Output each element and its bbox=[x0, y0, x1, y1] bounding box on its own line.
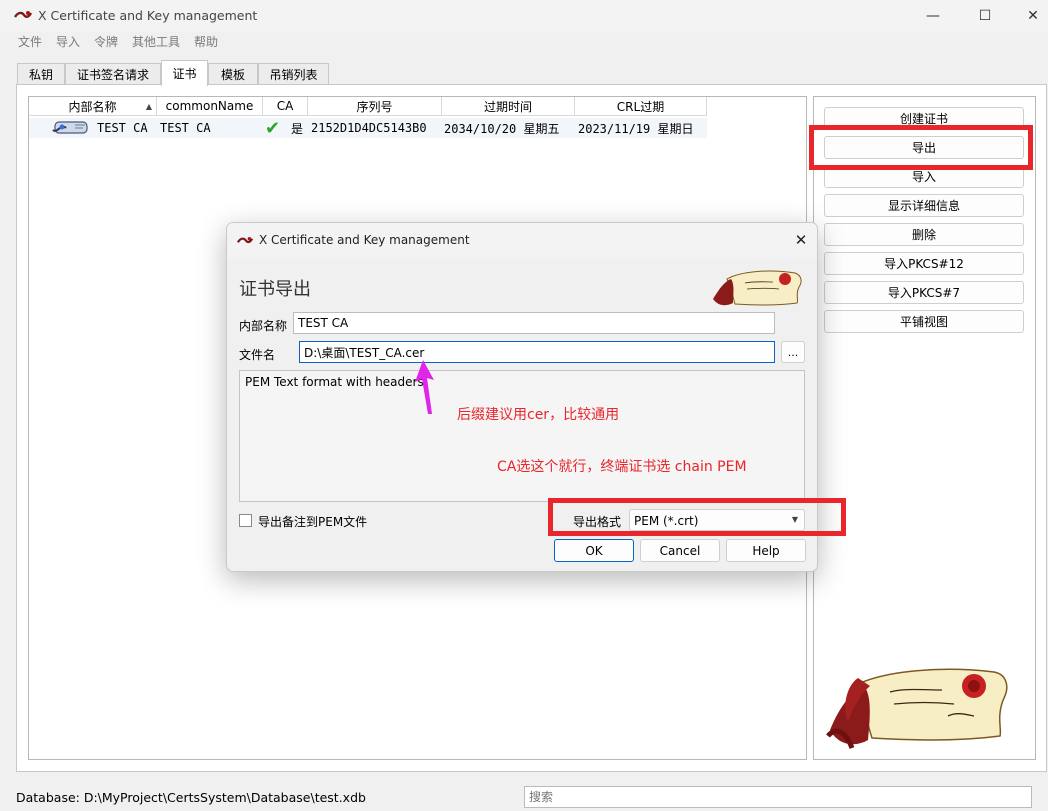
minimize-button[interactable]: — bbox=[910, 0, 956, 32]
annotation-suffix-note: 后缀建议用cer，比较通用 bbox=[457, 407, 620, 423]
cell-expiry: 2034/10/20 星期五 bbox=[444, 121, 560, 136]
menu-other-tools[interactable]: 其他工具 bbox=[132, 33, 180, 50]
dialog-close-button[interactable]: ✕ bbox=[789, 229, 813, 251]
cell-common-name: TEST CA bbox=[160, 121, 211, 135]
database-path: Database: D:\MyProject\CertsSystem\Datab… bbox=[16, 790, 366, 805]
annotation-format-note: CA选这个就行，终端证书选 chain PEM bbox=[497, 459, 747, 475]
menu-bar: 文件 导入 令牌 其他工具 帮助 bbox=[0, 32, 1048, 52]
format-description-text: PEM Text format with headers bbox=[245, 375, 424, 389]
column-header-common-name[interactable]: commonName bbox=[157, 97, 263, 116]
dialog-logo-icon bbox=[237, 236, 253, 244]
tab-private-keys[interactable]: 私钥 bbox=[17, 63, 65, 85]
tab-strip: 私钥 证书签名请求 证书 模板 吊销列表 bbox=[0, 60, 1048, 86]
internal-name-label: 内部名称 bbox=[239, 319, 288, 333]
dialog-title: X Certificate and Key management bbox=[259, 233, 470, 247]
annotation-highlight-format bbox=[548, 498, 846, 536]
flat-view-button[interactable]: 平铺视图 bbox=[824, 310, 1024, 333]
annotation-highlight-export bbox=[809, 125, 1033, 170]
menu-help[interactable]: 帮助 bbox=[194, 33, 218, 50]
column-header-ca[interactable]: CA bbox=[263, 97, 308, 116]
cancel-button[interactable]: Cancel bbox=[640, 539, 720, 562]
certificate-icon bbox=[52, 121, 88, 134]
filename-label: 文件名 bbox=[239, 348, 276, 362]
filename-input[interactable] bbox=[299, 341, 775, 363]
help-button[interactable]: Help bbox=[726, 539, 806, 562]
sort-ascending-icon: ▲ bbox=[145, 101, 152, 111]
cell-internal-name: TEST CA bbox=[97, 121, 148, 135]
column-header-internal-name[interactable]: 内部名称 ▲ bbox=[29, 97, 157, 116]
tab-templates[interactable]: 模板 bbox=[208, 63, 258, 85]
dialog-title-bar: X Certificate and Key management ✕ bbox=[227, 223, 817, 257]
import-pkcs12-button[interactable]: 导入PKCS#12 bbox=[824, 252, 1024, 275]
tab-csr[interactable]: 证书签名请求 bbox=[65, 63, 161, 85]
maximize-button[interactable]: ☐ bbox=[962, 0, 1008, 32]
menu-import[interactable]: 导入 bbox=[56, 33, 80, 50]
format-description-box: PEM Text format with headers bbox=[239, 370, 805, 502]
column-header-crl-expiry[interactable]: CRL过期 bbox=[575, 97, 707, 116]
xca-scroll-logo bbox=[826, 668, 1008, 749]
annotation-arrow-icon bbox=[415, 360, 434, 414]
cell-crl-expiry: 2023/11/19 星期日 bbox=[578, 121, 694, 136]
show-details-button[interactable]: 显示详细信息 bbox=[824, 194, 1024, 217]
delete-button[interactable]: 删除 bbox=[824, 223, 1024, 246]
search-input[interactable] bbox=[524, 786, 1032, 808]
import-pkcs7-button[interactable]: 导入PKCS#7 bbox=[824, 281, 1024, 304]
column-header-expiry[interactable]: 过期时间 bbox=[442, 97, 575, 116]
menu-token[interactable]: 令牌 bbox=[94, 33, 118, 50]
export-comment-checkbox[interactable] bbox=[239, 514, 252, 527]
cell-ca: 是 bbox=[291, 121, 304, 136]
ca-check-icon: ✔ bbox=[265, 117, 281, 139]
column-header-serial[interactable]: 序列号 bbox=[308, 97, 442, 116]
app-logo-icon bbox=[14, 11, 32, 18]
window-title: X Certificate and Key management bbox=[38, 8, 258, 23]
close-window-button[interactable]: ✕ bbox=[1010, 0, 1048, 32]
title-bar: X Certificate and Key management — ☐ ✕ bbox=[0, 0, 1048, 32]
tab-certificates[interactable]: 证书 bbox=[161, 60, 208, 86]
menu-file[interactable]: 文件 bbox=[18, 33, 42, 50]
browse-file-button[interactable]: ... bbox=[781, 341, 805, 363]
dialog-heading: 证书导出 bbox=[239, 279, 311, 300]
dialog-scroll-logo bbox=[713, 270, 802, 306]
tab-revocation-lists[interactable]: 吊销列表 bbox=[258, 63, 329, 85]
ok-button[interactable]: OK bbox=[554, 539, 634, 562]
internal-name-input[interactable] bbox=[293, 312, 775, 334]
cell-serial: 2152D1D4DC5143B0 bbox=[311, 121, 427, 135]
export-comment-label: 导出备注到PEM文件 bbox=[258, 515, 368, 529]
